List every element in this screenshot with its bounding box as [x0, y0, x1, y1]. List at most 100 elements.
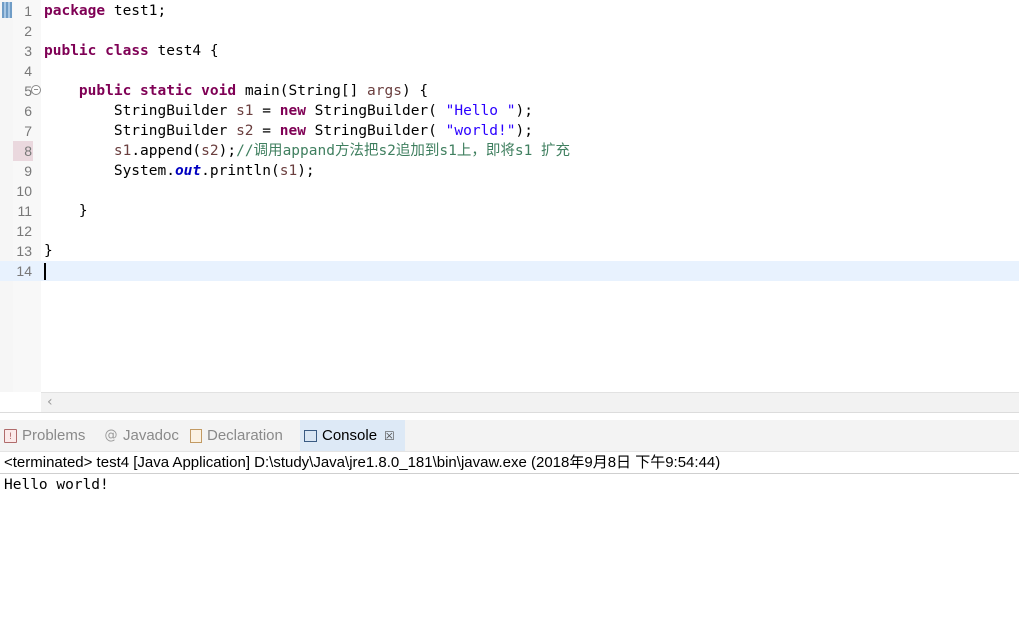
code-token: );	[218, 143, 237, 159]
tab-declaration[interactable]: Declaration	[190, 420, 283, 451]
code-line[interactable]: 3 public class test4 {	[0, 41, 1019, 61]
code-line[interactable]: 12	[0, 221, 1019, 241]
code-text: StringBuilder s2 = new StringBuilder( "w…	[44, 121, 533, 141]
tab-console[interactable]: Console ☒	[300, 420, 405, 451]
code-line[interactable]: 6 StringBuilder s1 = new StringBuilder( …	[0, 101, 1019, 121]
code-text: }	[44, 241, 53, 261]
code-token: s2	[236, 123, 254, 139]
code-line[interactable]: 14	[0, 261, 1019, 281]
code-token: public	[78, 83, 132, 99]
code-token: .println(	[201, 163, 280, 179]
code-token: }	[44, 203, 88, 219]
code-token: void	[201, 83, 237, 99]
code-token: test1;	[105, 3, 167, 19]
code-text: System.out.println(s1);	[44, 161, 315, 181]
code-token: appand	[282, 143, 335, 159]
fold-collapse-icon[interactable]: −	[31, 85, 41, 95]
code-token: new	[279, 123, 306, 139]
line-number: 12	[16, 223, 32, 239]
code-text: public static void main(String[] args) {	[44, 81, 428, 101]
code-token: );	[515, 123, 533, 139]
console-output[interactable]: Hello world!	[4, 475, 109, 495]
line-number: 6	[24, 103, 32, 119]
tab-javadoc[interactable]: @ Javadoc	[104, 420, 179, 451]
eclipse-workbench: 1 package test1; 2 3 public class test4 { 4 5−…	[0, 0, 1019, 621]
code-text: }	[44, 201, 88, 221]
close-icon[interactable]: ☒	[384, 429, 395, 443]
tab-declaration-label: Declaration	[207, 427, 283, 444]
line-number: 13	[16, 243, 32, 259]
code-line[interactable]: 7 StringBuilder s2 = new StringBuilder( …	[0, 121, 1019, 141]
code-token: args	[367, 83, 402, 99]
tab-javadoc-label: Javadoc	[123, 427, 179, 444]
code-token: main(String[]	[236, 83, 368, 99]
code-token: out	[174, 163, 202, 179]
tab-problems-label: Problems	[22, 427, 86, 444]
code-token: StringBuilder(	[305, 123, 446, 139]
console-status-line: <terminated> test4 [Java Application] D:…	[0, 452, 1019, 474]
scroll-left-icon[interactable]: ‹	[47, 394, 53, 410]
code-line[interactable]: 13}	[0, 241, 1019, 261]
code-text: public class test4 {	[44, 41, 219, 61]
code-token: new	[279, 103, 306, 119]
line-number: 8	[24, 143, 32, 159]
code-token: static	[140, 83, 193, 99]
code-token: s2	[201, 143, 219, 159]
declaration-icon	[190, 428, 202, 443]
code-line[interactable]: 1 package test1;	[0, 1, 1019, 21]
code-token: s1	[236, 103, 254, 119]
code-token: test4 {	[148, 43, 219, 59]
line-number: 4	[24, 63, 32, 79]
line-number: 7	[24, 123, 32, 139]
code-text: s1.append(s2);//调用appand方法把s2追加到s1上，即将s1…	[44, 141, 570, 161]
line-number: 2	[24, 23, 32, 39]
code-token: StringBuilder	[44, 103, 237, 119]
code-line[interactable]: 2	[0, 21, 1019, 41]
line-number: 14	[16, 263, 32, 279]
java-editor[interactable]: 1 package test1; 2 3 public class test4 { 4 5−…	[0, 0, 1019, 413]
code-token: s1	[113, 143, 132, 159]
code-token: =	[253, 123, 280, 139]
line-number: 9	[24, 163, 32, 179]
code-line[interactable]: 10	[0, 181, 1019, 201]
code-token: "world!"	[445, 123, 516, 139]
view-tab-bar: ! Problems @ Javadoc Declaration Console…	[0, 420, 1019, 452]
console-icon	[304, 429, 317, 442]
code-line[interactable]: 4	[0, 61, 1019, 81]
problems-icon: !	[4, 428, 17, 443]
line-number: 11	[17, 203, 32, 219]
code-line[interactable]: 11 }	[0, 201, 1019, 221]
code-text: package test1;	[44, 1, 166, 21]
at-sign-icon: @	[104, 427, 118, 443]
tab-console-label: Console	[322, 427, 378, 444]
code-token: public	[44, 43, 97, 59]
code-token: .append(	[131, 143, 202, 159]
code-token: s1	[279, 163, 298, 179]
code-line[interactable]: 9 System.out.println(s1);	[0, 161, 1019, 181]
code-token: =	[253, 103, 280, 119]
code-token: package	[44, 3, 106, 19]
line-number: 3	[24, 43, 32, 59]
code-token: ) {	[401, 83, 429, 99]
code-token: //调用	[236, 143, 283, 159]
code-token: class	[105, 43, 149, 59]
code-token: StringBuilder(	[305, 103, 446, 119]
line-number: 1	[24, 3, 32, 19]
code-token: 方法把s2追加到s1上，即将s1 扩充	[334, 143, 571, 159]
tab-problems[interactable]: ! Problems	[4, 420, 85, 451]
code-token: StringBuilder	[44, 123, 237, 139]
code-line[interactable]: 5− public static void main(String[] args…	[0, 81, 1019, 101]
code-token: "Hello "	[445, 103, 516, 119]
code-text: StringBuilder s1 = new StringBuilder( "H…	[44, 101, 533, 121]
code-token: );	[515, 103, 533, 119]
text-caret	[44, 263, 46, 280]
code-line[interactable]: 8 s1.append(s2);//调用appand方法把s2追加到s1上，即将…	[0, 141, 1019, 161]
line-number: 10	[16, 183, 32, 199]
code-token: System.	[44, 163, 175, 179]
horizontal-scrollbar[interactable]: ‹	[41, 392, 1019, 413]
